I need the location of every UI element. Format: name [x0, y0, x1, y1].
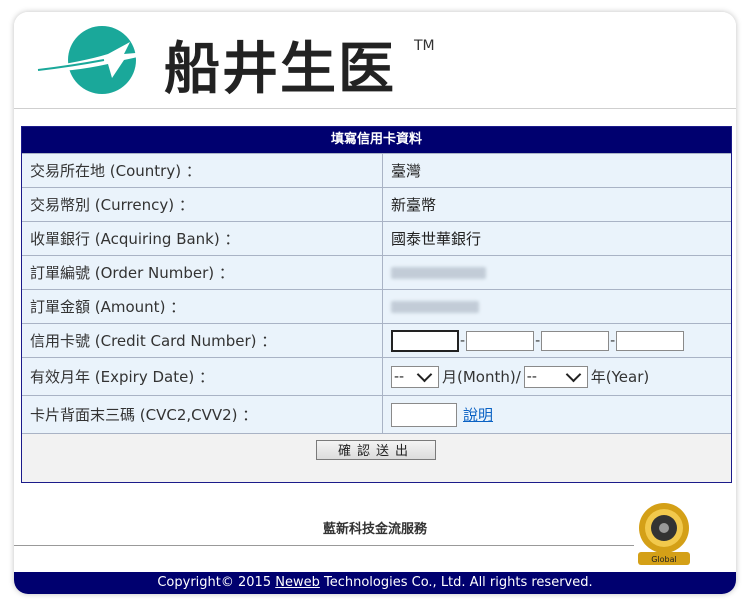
card-number-part-2[interactable] [466, 330, 535, 351]
label-card-number: 信用卡號 (Credit Card Number) ： [22, 324, 383, 357]
logo-icon [37, 26, 170, 94]
cvc-inputs: 說明 [383, 396, 731, 433]
service-provider-text: 藍新科技金流服務 [322, 522, 427, 537]
card-number-part-4[interactable] [616, 330, 685, 351]
row-bank: 收單銀行 (Acquiring Bank) ： 國泰世華銀行 [22, 221, 731, 255]
chevron-down-icon [565, 366, 582, 382]
card-number-part-3[interactable] [541, 330, 610, 351]
value-currency: 新臺幣 [391, 196, 437, 214]
copyright-bar: Copyright© 2015 Neweb Technologies Co., … [14, 572, 736, 594]
card-dash: - [610, 332, 616, 349]
label-currency: 交易幣別 (Currency) ： [22, 188, 383, 221]
value-order-number [383, 256, 731, 289]
redacted-amount [391, 300, 479, 313]
cvc-input[interactable] [391, 402, 457, 427]
copyright-prefix: Copyright© 2015 [157, 575, 276, 590]
chevron-down-icon [416, 366, 433, 382]
expiry-year-value: -- [526, 368, 537, 385]
card-dash: - [535, 332, 541, 349]
card-dash: - [460, 332, 466, 349]
row-order-number: 訂單編號 (Order Number) ： [22, 255, 731, 289]
value-amount [383, 290, 731, 323]
page-frame: 船井生医 TM 填寫信用卡資料 交易所在地 (Country) ： 臺灣 交易幣… [14, 12, 736, 594]
footer-divider [14, 545, 634, 546]
expiry-year-select[interactable]: -- [523, 365, 588, 388]
value-country: 臺灣 [391, 162, 422, 180]
expiry-month-select[interactable]: -- [391, 365, 439, 388]
value-bank: 國泰世華銀行 [391, 230, 482, 248]
neweb-link[interactable]: Neweb [275, 575, 320, 590]
header: 船井生医 TM [14, 12, 736, 109]
submit-area: 確認送出 [22, 433, 731, 482]
label-country: 交易所在地 (Country) ： [22, 154, 383, 187]
expiry-year-unit: 年(Year) [590, 368, 650, 386]
seal-text: Global [651, 555, 677, 564]
expiry-inputs: -- 月(Month)/ -- 年(Year) [383, 358, 731, 395]
row-amount: 訂單金額 (Amount) ： [22, 289, 731, 323]
row-expiry: 有效月年 (Expiry Date) ： -- 月(Month)/ -- 年(Y… [22, 357, 731, 395]
label-cvc: 卡片背面末三碼 (CVC2,CVV2) ： [22, 396, 383, 433]
logo-text: 船井生医 [164, 37, 396, 102]
security-seal-icon: Global [638, 503, 690, 565]
cvc-help-link[interactable]: 說明 [463, 404, 493, 425]
expiry-month-value: -- [394, 368, 405, 385]
card-number-part-1[interactable] [391, 329, 459, 352]
form-title: 填寫信用卡資料 [22, 127, 731, 153]
label-order-number: 訂單編號 (Order Number) ： [22, 256, 383, 289]
row-cvc: 卡片背面末三碼 (CVC2,CVV2) ： 說明 [22, 395, 731, 433]
redacted-order-number [391, 266, 486, 279]
expiry-month-unit: 月(Month)/ [442, 368, 521, 386]
label-expiry: 有效月年 (Expiry Date) ： [22, 358, 383, 395]
trademark: TM [414, 38, 435, 54]
submit-button[interactable]: 確認送出 [316, 440, 436, 460]
payment-form: 填寫信用卡資料 交易所在地 (Country) ： 臺灣 交易幣別 (Curre… [21, 126, 732, 483]
row-card-number: 信用卡號 (Credit Card Number) ： - - - [22, 323, 731, 357]
label-bank: 收單銀行 (Acquiring Bank) ： [22, 222, 383, 255]
row-currency: 交易幣別 (Currency) ： 新臺幣 [22, 187, 731, 221]
label-amount: 訂單金額 (Amount) ： [22, 290, 383, 323]
card-number-inputs: - - - [383, 324, 731, 357]
row-country: 交易所在地 (Country) ： 臺灣 [22, 153, 731, 187]
copyright-suffix: Technologies Co., Ltd. All rights reserv… [319, 575, 593, 590]
